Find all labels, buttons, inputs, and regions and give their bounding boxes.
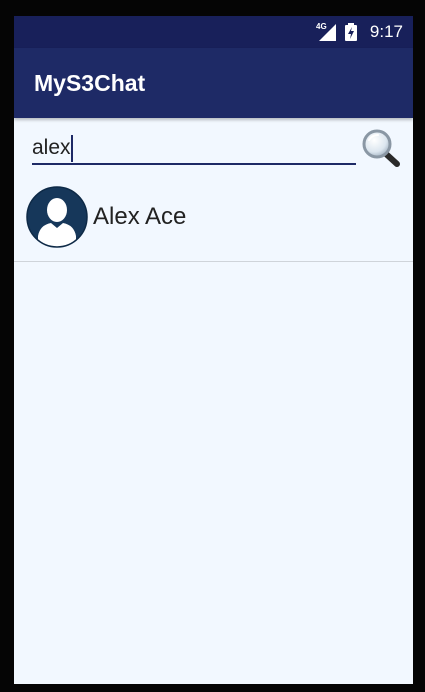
search-input[interactable]: alex bbox=[32, 131, 356, 165]
contact-list-item[interactable]: Alex Ace bbox=[14, 178, 413, 262]
app-title: MyS3Chat bbox=[34, 70, 146, 96]
search-icon bbox=[362, 129, 400, 167]
status-bar: 4G 9:17 bbox=[14, 16, 413, 48]
app-bar: MyS3Chat bbox=[14, 48, 413, 118]
search-input-value: alex bbox=[32, 136, 71, 159]
contact-name: Alex Ace bbox=[93, 203, 187, 230]
signal-icon: 4G bbox=[316, 22, 338, 42]
device-frame: 4G 9:17 MyS3Chat alex Alex Ace bbox=[0, 0, 425, 692]
phone-screen: 4G 9:17 MyS3Chat alex Alex Ace bbox=[14, 16, 413, 684]
text-cursor bbox=[70, 135, 73, 162]
search-row: alex bbox=[14, 118, 413, 178]
search-button[interactable] bbox=[360, 128, 402, 170]
status-time: 9:17 bbox=[369, 22, 403, 41]
default-avatar-icon bbox=[26, 186, 88, 248]
battery-charging-icon bbox=[345, 23, 357, 41]
network-type-label: 4G bbox=[316, 22, 327, 31]
